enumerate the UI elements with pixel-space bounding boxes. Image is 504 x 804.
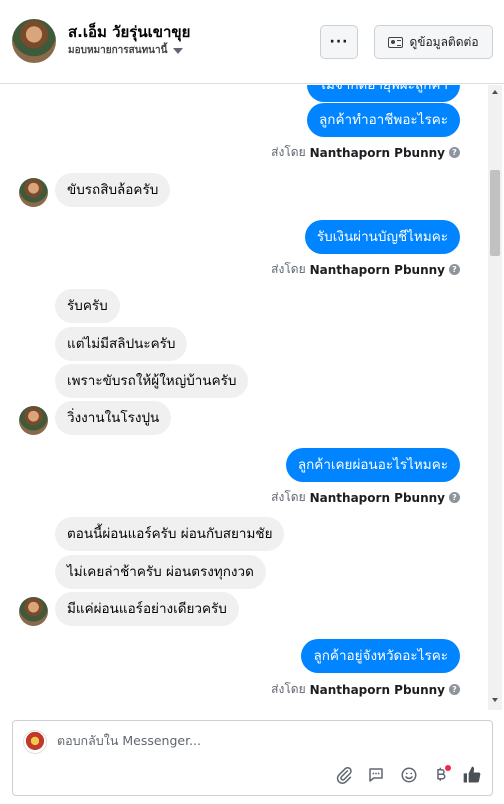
message-bubble-incoming[interactable]: ไม่เคยล่าช้าครับ ผ่อนตรงทุกงวด	[55, 555, 266, 589]
sent-by-label: ส่งโดย Nanthaporn Pbunny?	[271, 680, 460, 699]
info-icon[interactable]: ?	[449, 492, 460, 503]
assign-label: มอบหมายการสนทนานี้	[68, 45, 168, 56]
message-bubble-outgoing[interactable]: ลูกค้าทำอาชีพอะไรคะ	[307, 103, 460, 137]
page-avatar	[23, 730, 47, 754]
saved-replies-icon[interactable]	[366, 765, 386, 785]
conversation-header: ส.เอ็ม วัยรุ่นเขาขุย มอบหมายการสนทนานี้ …	[0, 0, 504, 84]
contact-avatar[interactable]	[12, 19, 56, 63]
scroll-up-arrow-icon[interactable]	[492, 90, 498, 94]
info-icon[interactable]: ?	[449, 147, 460, 158]
info-icon[interactable]: ?	[449, 684, 460, 695]
sent-by-label: ส่งโดย Nanthaporn Pbunny?	[271, 488, 460, 507]
more-options-button[interactable]: ···	[320, 25, 358, 59]
caret-down-icon	[173, 47, 184, 54]
view-contact-button[interactable]: ดูข้อมูลติดต่อ	[374, 25, 493, 59]
paperclip-icon[interactable]	[334, 765, 354, 785]
message-bubble-incoming[interactable]: ขับรถสิบล้อครับ	[55, 173, 171, 207]
sent-by-label: ส่งโดย Nanthaporn Pbunny?	[271, 260, 460, 279]
emoji-icon[interactable]	[399, 765, 419, 785]
contact-card-icon	[388, 36, 404, 48]
sent-by-label: ส่งโดย Nanthaporn Pbunny?	[271, 143, 460, 162]
message-bubble-outgoing[interactable]: รับเงินผ่านบัญชีไหมคะ	[304, 220, 460, 254]
message-bubble-incoming[interactable]: ตอนนี้ผ่อนแอร์ครับ ผ่อนกับสยามชัย	[55, 517, 285, 551]
scrollbar-thumb[interactable]	[490, 170, 500, 256]
notification-dot	[445, 765, 451, 771]
info-icon[interactable]: ?	[449, 264, 460, 275]
message-bubble-outgoing[interactable]: ไม่จำกัดอายุพี่ผะลูกค้า	[307, 85, 460, 102]
contact-name[interactable]: ส.เอ็ม วัยรุ่นเขาขุย	[68, 20, 190, 44]
message-bubble-incoming[interactable]: รับครับ	[55, 289, 120, 323]
reply-composer	[12, 720, 493, 796]
message-bubble-incoming[interactable]: มีแค่ผ่อนแอร์อย่างเดียวครับ	[55, 592, 239, 626]
message-bubble-incoming[interactable]: วิ่งงานในโรงปูน	[55, 401, 172, 435]
assign-conversation-dropdown[interactable]: มอบหมายการสนทนานี้	[68, 43, 184, 58]
scroll-down-arrow-icon[interactable]	[492, 698, 498, 702]
baht-payment-icon[interactable]	[431, 765, 451, 785]
view-contact-label: ดูข้อมูลติดต่อ	[409, 34, 479, 49]
contact-avatar-small[interactable]	[19, 597, 48, 626]
reply-input[interactable]	[57, 733, 457, 748]
message-bubble-incoming[interactable]: แต่ไม่มีสลิปนะครับ	[55, 327, 188, 361]
message-bubble-outgoing[interactable]: ลูกค้าเคยผ่อนอะไรไหมคะ	[285, 448, 460, 482]
message-bubble-outgoing[interactable]: ลูกค้าอยู่จังหวัดอะไรคะ	[301, 639, 460, 673]
like-icon[interactable]	[462, 765, 482, 785]
contact-avatar-small[interactable]	[19, 406, 48, 435]
message-bubble-incoming[interactable]: เพราะขับรถให้ผู้ใหญ่บ้านครับ	[55, 364, 249, 398]
message-thread: ไม่จำกัดอายุพี่ผะลูกค้า ลูกค้าทำอาชีพอะไ…	[0, 85, 504, 710]
contact-avatar-small[interactable]	[19, 178, 48, 207]
